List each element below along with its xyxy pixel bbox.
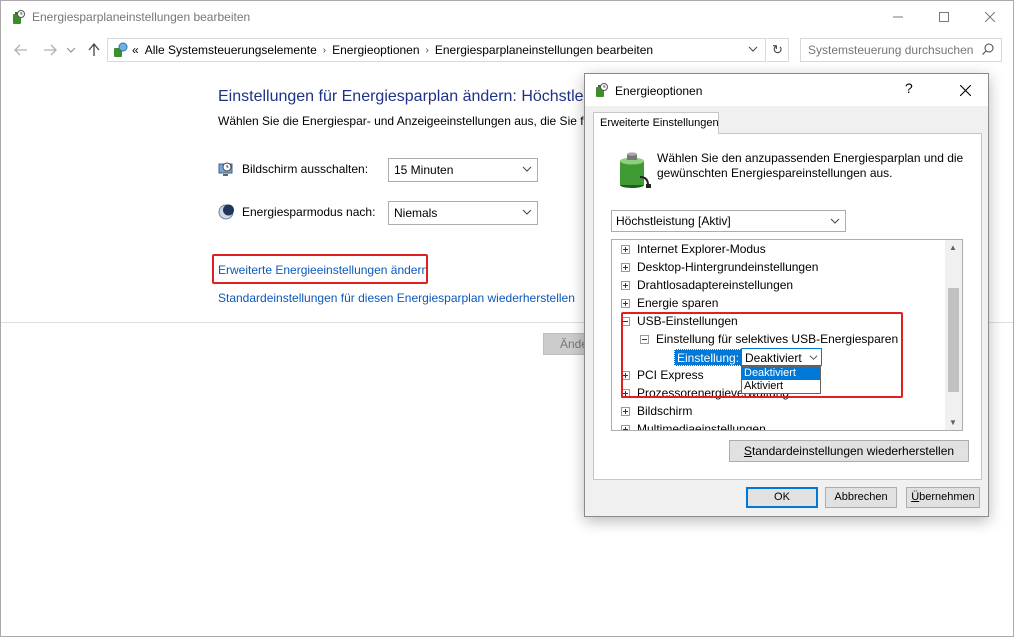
power-plan-icon: [596, 83, 608, 97]
search-icon[interactable]: [982, 43, 994, 58]
tab-advanced-settings[interactable]: Erweiterte Einstellungen: [593, 112, 719, 134]
chevron-down-icon: [830, 218, 840, 224]
tree-item-label: Energie sparen: [637, 296, 719, 310]
tree-item[interactable]: Bildschirm: [621, 402, 692, 420]
tree-item-label: Multimediaeinstellungen: [637, 422, 766, 431]
tree-item-label: Desktop-Hintergrundeinstellungen: [637, 260, 819, 274]
close-icon[interactable]: [947, 77, 983, 103]
page-description: Wählen Sie die Energiespar- und Anzeigee…: [218, 114, 595, 128]
tree-item-label: Drahtlosadaptereinstellungen: [637, 278, 794, 292]
ok-button[interactable]: OK: [746, 487, 818, 508]
page-title: Einstellungen für Energiesparplan ändern…: [218, 88, 600, 105]
search-input[interactable]: [808, 40, 978, 60]
setting-row-display: Bildschirm ausschalten: 15 Minuten: [218, 158, 538, 182]
recent-chevron-icon[interactable]: [65, 41, 77, 59]
breadcrumb-overflow[interactable]: «: [132, 43, 139, 57]
dialog-title-bar: Energieoptionen ?: [585, 74, 988, 106]
battery-power-icon: [620, 152, 651, 188]
expand-icon[interactable]: [621, 280, 630, 290]
setting-label: Bildschirm ausschalten:: [242, 162, 369, 176]
chevron-down-icon[interactable]: [748, 44, 758, 57]
refresh-icon[interactable]: ↻: [767, 38, 789, 62]
setting-row-sleep: Energiesparmodus nach: Niemals: [218, 201, 538, 225]
restore-defaults-link[interactable]: Standardeinstellungen für diesen Energie…: [218, 291, 575, 305]
back-arrow-icon[interactable]: [12, 41, 30, 59]
expand-icon[interactable]: [621, 424, 630, 430]
dialog-description: Wählen Sie den anzupassenden Energiespar…: [657, 151, 964, 180]
chevron-down-icon: [522, 209, 532, 215]
address-field[interactable]: « Alle Systemsteuerungselemente › Energi…: [107, 38, 766, 62]
scroll-up-icon[interactable]: ▲: [949, 243, 957, 252]
cancel-button[interactable]: Abbrechen: [825, 487, 897, 508]
control-panel-icon: [114, 42, 128, 57]
help-icon[interactable]: ?: [905, 80, 913, 96]
tree-item[interactable]: Desktop-Hintergrundeinstellungen: [621, 258, 818, 276]
power-plan-icon: [13, 10, 25, 24]
chevron-right-icon[interactable]: ›: [426, 45, 429, 56]
expand-icon[interactable]: [621, 298, 630, 308]
maximize-icon[interactable]: [921, 1, 967, 33]
highlight-box: [212, 254, 428, 284]
apply-button[interactable]: Übernehmen: [906, 487, 980, 508]
title-bar: Energiesparplaneinstellungen bearbeiten: [1, 1, 1013, 33]
plan-select[interactable]: Höchstleistung [Aktiv]: [611, 210, 846, 232]
restore-defaults-button[interactable]: Standardeinstellungen wiederherstellen: [729, 440, 969, 462]
window-title: Energiesparplaneinstellungen bearbeiten: [32, 10, 251, 24]
breadcrumb-item[interactable]: Alle Systemsteuerungselemente: [145, 43, 317, 57]
up-arrow-icon[interactable]: [85, 41, 103, 59]
select-value: 15 Minuten: [394, 163, 454, 177]
expand-icon[interactable]: [621, 406, 630, 416]
scroll-thumb[interactable]: [948, 288, 959, 392]
monitor-clock-icon: [218, 162, 233, 176]
chevron-right-icon[interactable]: ›: [323, 45, 326, 56]
tree-item-label: Internet Explorer-Modus: [637, 242, 766, 256]
tree-item[interactable]: Multimediaeinstellungen: [621, 420, 766, 431]
sleep-select[interactable]: Niemals: [388, 201, 538, 225]
dialog-title: Energieoptionen: [615, 84, 703, 98]
tree-item[interactable]: Internet Explorer-Modus: [621, 240, 766, 258]
moon-icon: [218, 204, 234, 220]
scroll-down-icon[interactable]: ▼: [949, 418, 957, 427]
power-options-dialog: Energieoptionen ? Erweiterte Einstellung…: [584, 73, 989, 517]
tree-scrollbar[interactable]: ▲ ▼: [945, 240, 962, 430]
forward-arrow-icon[interactable]: [41, 41, 59, 59]
select-value: Höchstleistung [Aktiv]: [616, 214, 731, 228]
setting-label: Energiesparmodus nach:: [242, 205, 376, 219]
select-value: Niemals: [394, 206, 438, 220]
breadcrumb: « Alle Systemsteuerungselemente › Energi…: [132, 43, 653, 57]
close-icon[interactable]: [967, 1, 1013, 33]
search-field[interactable]: [800, 38, 1002, 62]
tree-item[interactable]: Drahtlosadaptereinstellungen: [621, 276, 793, 294]
expand-icon[interactable]: [621, 262, 630, 272]
tab-panel: Wählen Sie den anzupassenden Energiespar…: [593, 133, 982, 480]
tree-item[interactable]: Energie sparen: [621, 294, 718, 312]
breadcrumb-item[interactable]: Energiesparplaneinstellungen bearbeiten: [435, 43, 653, 57]
tree-item-label: Bildschirm: [637, 404, 693, 418]
expand-icon[interactable]: [621, 244, 630, 254]
chevron-down-icon: [522, 166, 532, 172]
minimize-icon[interactable]: [875, 1, 921, 33]
address-bar: « Alle Systemsteuerungselemente › Energi…: [1, 35, 1013, 63]
highlight-box: [621, 312, 903, 398]
breadcrumb-item[interactable]: Energieoptionen: [332, 43, 419, 57]
display-off-select[interactable]: 15 Minuten: [388, 158, 538, 182]
